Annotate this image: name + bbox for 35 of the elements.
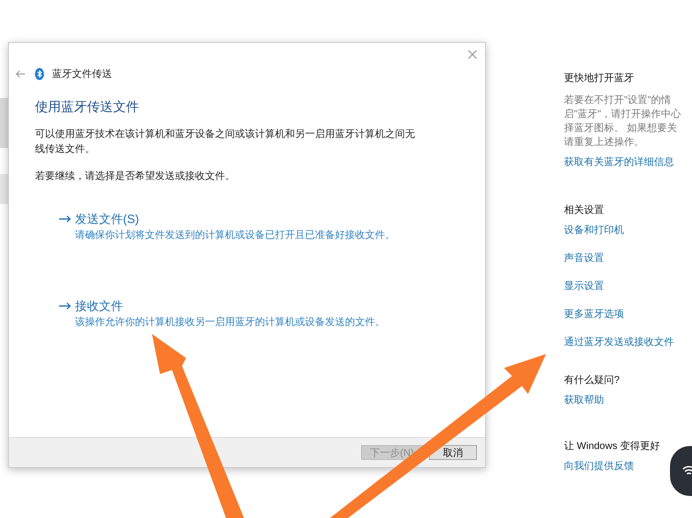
info-text-line: 请重复上述操作。 — [564, 136, 645, 150]
back-button[interactable] — [15, 68, 27, 80]
settings-link[interactable]: 通过蓝牙发送或接收文件 — [564, 336, 674, 350]
option-hint: 请确保你计划将文件发送到的计算机或设备已打开且已准备好接收文件。 — [74, 228, 396, 242]
wifi-icon — [682, 465, 692, 477]
info-text-line: 择蓝牙图标。 如果想要关 — [564, 122, 678, 136]
settings-link[interactable]: 更多蓝牙选项 — [564, 308, 624, 322]
settings-link[interactable]: 显示设置 — [564, 280, 604, 294]
section-heading: 更快地打开蓝牙 — [564, 72, 635, 86]
transfer-option-link[interactable]: 接收文件 该操作允许你的计算机接收另一启用蓝牙的计算机或设备发送的文件。 — [59, 296, 415, 330]
bluetooth-icon — [35, 68, 44, 80]
settings-link[interactable]: 声音设置 — [564, 252, 604, 266]
back-arrow-icon — [15, 70, 25, 78]
description-text: 可以使用蓝牙技术在该计算机和蓝牙设备之间或该计算机和另一启用蓝牙计算机之间无线传送文件。 — [35, 128, 415, 156]
section-heading: 有什么疑问? — [564, 374, 621, 388]
option-hint: 该操作允许你的计算机接收另一启用蓝牙的计算机或设备发送的文件。 — [74, 316, 386, 330]
close-button[interactable] — [465, 47, 479, 61]
transfer-option-link[interactable]: 发送文件(S) 请确保你计划将文件发送到的计算机或设备已打开且已准备好接收文件。 — [59, 210, 415, 242]
info-text-line: 启"蓝牙"，请打开操作中心 — [564, 108, 682, 122]
settings-link[interactable]: 向我们提供反馈 — [564, 460, 634, 474]
settings-link[interactable]: 设备和打印机 — [564, 224, 624, 238]
arrow-right-icon — [59, 214, 71, 222]
arrow-right-icon — [59, 302, 71, 310]
settings-link[interactable]: 获取帮助 — [564, 394, 604, 408]
dialog-title: 蓝牙文件传送 — [52, 68, 112, 82]
section-heading: 让 Windows 变得更好 — [564, 440, 662, 454]
settings-link[interactable]: 获取有关蓝牙的详细信息 — [564, 156, 674, 170]
close-icon — [468, 50, 476, 58]
info-text-line: 若要在不打开"设置"的情 — [564, 94, 672, 108]
dialog-heading: 使用蓝牙传送文件 — [35, 98, 140, 116]
option-label: 发送文件(S) — [75, 210, 139, 228]
section-heading: 相关设置 — [564, 204, 605, 218]
sidebar-item-background — [0, 174, 8, 204]
prompt-text: 若要继续，请选择是否希望发送或接收文件。 — [35, 170, 236, 184]
option-label: 接收文件 — [75, 298, 123, 314]
